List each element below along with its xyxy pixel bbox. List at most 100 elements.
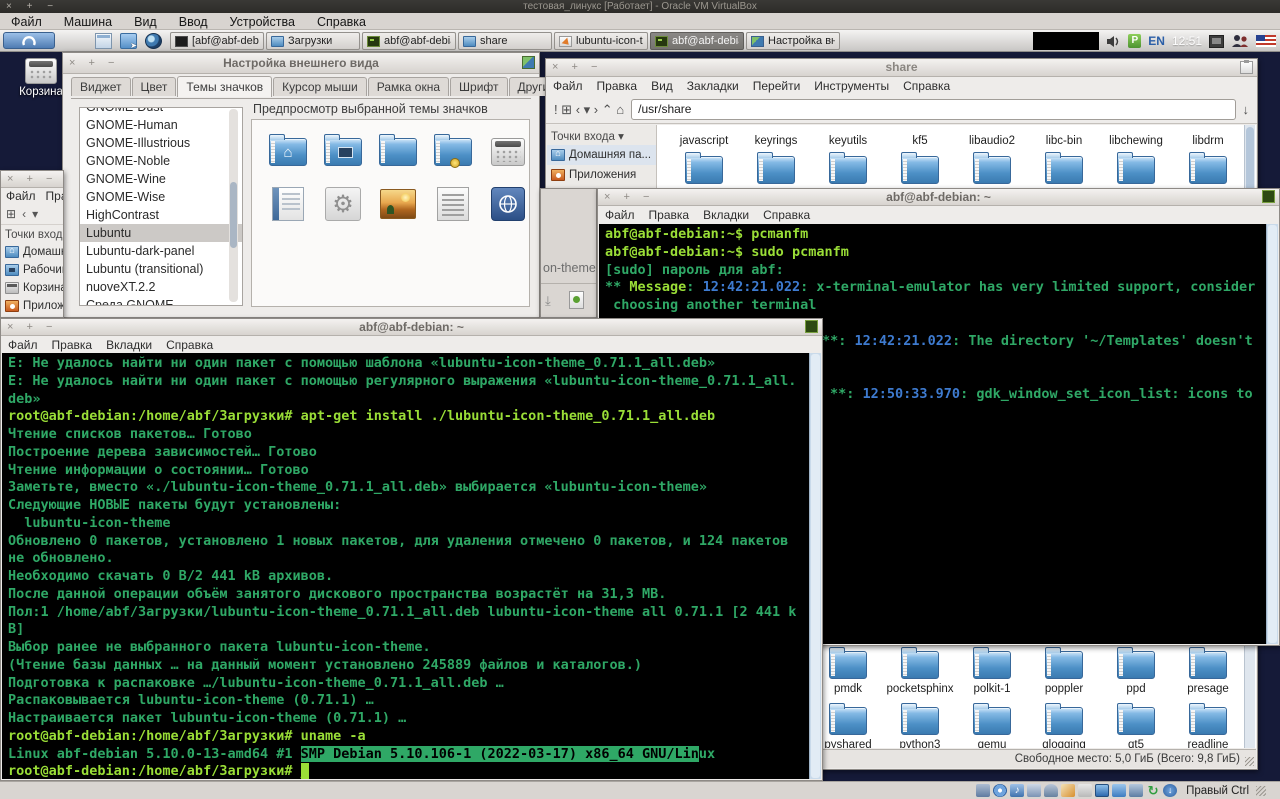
folder-item[interactable] (740, 152, 812, 184)
menu-item[interactable]: Инструменты (807, 79, 896, 93)
file-icon[interactable] (569, 291, 584, 309)
display-icon[interactable] (1095, 784, 1110, 797)
menu-item[interactable]: Файл (546, 79, 590, 93)
folder-item[interactable] (1028, 125, 1100, 134)
place-apps[interactable]: Приложения (547, 165, 656, 185)
folder-item[interactable]: libdrm (1172, 135, 1244, 147)
folder-item[interactable]: libc-bin (1028, 135, 1100, 147)
icon-theme-list[interactable]: GNOME-Dust GNOME-Human GNOME-Illustrious GN… (79, 107, 243, 306)
place-apps[interactable]: Приложения (1, 297, 63, 315)
volume-icon[interactable] (1106, 35, 1121, 48)
folder-item[interactable] (884, 152, 956, 184)
folder-item[interactable]: python3 (884, 703, 956, 748)
folder-item[interactable]: polkit-1 (956, 647, 1028, 695)
folder-item[interactable] (1100, 125, 1172, 134)
menu-item[interactable]: Файл (598, 208, 642, 222)
optical-icon[interactable] (993, 784, 1008, 797)
folder-item[interactable]: pocketsphinx (884, 647, 956, 695)
host-menu-item[interactable]: Устройства (219, 13, 306, 30)
show-desktop-icon[interactable] (95, 33, 112, 49)
tab-Курсор мыши[interactable]: Курсор мыши (273, 77, 367, 96)
window-controls[interactable]: × + − (7, 171, 57, 188)
menu-item[interactable]: Правка (45, 338, 100, 352)
network-icon[interactable] (1027, 784, 1042, 797)
folder-item[interactable] (668, 152, 740, 184)
folder-item[interactable]: libaudio2 (956, 135, 1028, 147)
terminal-scrollbar[interactable] (1266, 224, 1278, 644)
usb-icon[interactable] (1044, 784, 1059, 797)
folder-item[interactable] (740, 125, 812, 134)
host-menu-item[interactable]: Файл (0, 13, 53, 30)
folder-item[interactable] (1100, 152, 1172, 184)
place-home[interactable]: Домашняя па... (547, 145, 656, 165)
host-menu-item[interactable]: Машина (53, 13, 123, 30)
theme-list-item[interactable]: GNOME-Wise (80, 188, 242, 206)
theme-list-item[interactable]: HighContrast (80, 206, 242, 224)
taskbar-button[interactable]: lubuntu-icon-the... (554, 32, 648, 50)
theme-list-item[interactable]: Lubuntu (transitional) (80, 260, 242, 278)
menu-item[interactable]: Правка (41, 189, 63, 203)
window-controls[interactable]: × + − (69, 53, 119, 73)
folder-item[interactable] (884, 125, 956, 134)
us-flag-icon[interactable] (1256, 35, 1276, 47)
toolbar-button[interactable]: ▾ (32, 207, 38, 221)
folder-item[interactable]: qlogging (1028, 703, 1100, 748)
video-icon[interactable] (1129, 784, 1144, 797)
tab-Шрифт[interactable]: Шрифт (450, 77, 508, 96)
taskbar-button[interactable]: abf@abf-debian:... (362, 32, 456, 50)
place-home[interactable]: Домашняя (1, 243, 63, 261)
tab-Цвет[interactable]: Цвет (131, 77, 177, 96)
menu-item[interactable]: Перейти (746, 79, 808, 93)
pen-icon[interactable] (1061, 784, 1076, 797)
host-menu-item[interactable]: Ввод (168, 13, 219, 30)
theme-list-item[interactable]: Lubuntu (80, 224, 242, 242)
folder-item[interactable] (812, 152, 884, 184)
folder-item[interactable]: libchewing (1100, 135, 1172, 147)
path-bar[interactable]: /usr/share (631, 98, 1236, 120)
path-down-icon[interactable]: ↓ (1243, 103, 1250, 116)
folder-item[interactable] (1172, 152, 1244, 184)
share-titlebar[interactable]: × + − share (546, 59, 1257, 77)
host-menu-item[interactable]: Справка (306, 13, 377, 30)
battery-icon[interactable]: P (1128, 34, 1142, 48)
folder-item[interactable] (956, 152, 1028, 184)
window-controls[interactable]: × + − (552, 59, 602, 76)
sharedfolder-icon[interactable] (1112, 784, 1127, 797)
menu-item[interactable]: Справка (896, 79, 957, 93)
folder-item[interactable]: keyutils (812, 135, 884, 147)
theme-list-item[interactable]: GNOME-Dust (80, 108, 242, 116)
folder-item[interactable]: javascript (668, 135, 740, 147)
taskbar-button[interactable]: Загрузки (266, 32, 360, 50)
folder-item[interactable]: keyrings (740, 135, 812, 147)
folder-item[interactable] (1028, 152, 1100, 184)
theme-list-item[interactable]: GNOME-Noble (80, 152, 242, 170)
place-desktop[interactable]: Рабочий (1, 261, 63, 279)
menu-item[interactable]: Вкладки (696, 208, 756, 222)
menu-item[interactable]: Вид (644, 79, 680, 93)
web-browser-icon[interactable] (145, 33, 162, 49)
hdd-icon[interactable] (976, 784, 991, 797)
terminal-screen[interactable]: E: Не удалось найти ни один пакет с помо… (2, 353, 821, 779)
appearance-titlebar[interactable]: × + − Настройка внешнего вида (63, 53, 539, 74)
menu-item[interactable]: Справка (756, 208, 817, 222)
folder-item[interactable]: qt5 (1100, 703, 1172, 748)
toolbar-glyphs[interactable]: ! ⊞ ‹ ▾ › ⌃ ⌂ (554, 103, 624, 116)
folder-item[interactable] (668, 125, 740, 134)
terminal-titlebar[interactable]: × + − abf@abf-debian: ~ (598, 189, 1279, 206)
menu-item[interactable]: Правка (590, 79, 645, 93)
refresh-icon[interactable]: ↻ (1146, 784, 1160, 797)
folder-item[interactable]: poppler (1028, 647, 1100, 695)
keyboard-layout-indicator[interactable]: EN (1148, 34, 1165, 48)
folder-item[interactable] (1172, 125, 1244, 134)
menu-item[interactable]: Справка (159, 338, 220, 352)
download-icon[interactable]: ↓ (1163, 784, 1178, 797)
start-menu-button[interactable] (3, 32, 55, 49)
tab-Рамка окна[interactable]: Рамка окна (367, 77, 450, 96)
tab-Темы значков[interactable]: Темы значков (177, 76, 273, 97)
folder-item[interactable]: ppd (1100, 647, 1172, 695)
theme-list-item[interactable]: GNOME-Wine (80, 170, 242, 188)
card-icon[interactable] (1078, 784, 1093, 797)
theme-list-item[interactable]: nuoveXT.2.2 (80, 278, 242, 296)
clock[interactable]: 12:51 (1172, 34, 1202, 48)
places-header[interactable]: Точки входа (1, 225, 63, 243)
